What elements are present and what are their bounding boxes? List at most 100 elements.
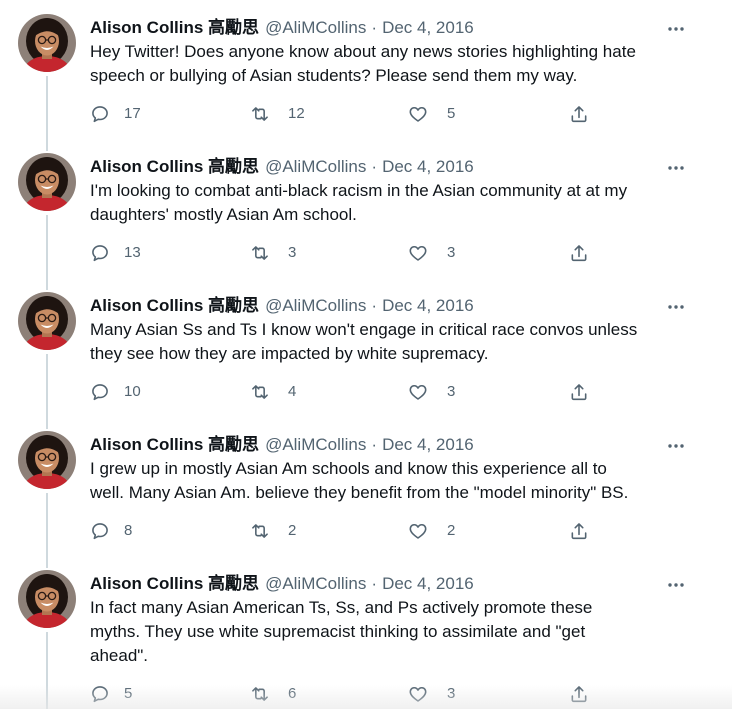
reply-button[interactable]: 10 — [90, 382, 150, 402]
tweet-text-line: they see how they are impacted by white … — [90, 344, 489, 363]
retweet-icon[interactable] — [250, 243, 270, 263]
tweet-actions: 8 2 2 — [90, 521, 660, 541]
more-icon[interactable] — [666, 575, 686, 595]
tweet-text: Many Asian Ss and Ts I know won't engage… — [90, 318, 660, 366]
like-button[interactable]: 3 — [408, 382, 468, 402]
share-icon[interactable] — [569, 684, 589, 704]
tweet-date[interactable]: Dec 4, 2016 — [382, 157, 474, 176]
reply-count: 17 — [124, 105, 141, 122]
reply-icon[interactable] — [90, 521, 110, 541]
tweet-text-line: daughters' mostly Asian Am school. — [90, 205, 357, 224]
tweet-header: Alison Collins 高勵思 @AliMCollins · Dec 4, 20… — [90, 295, 660, 317]
avatar[interactable] — [18, 14, 76, 72]
like-icon[interactable] — [408, 243, 428, 263]
thread-line — [46, 215, 48, 290]
author-name[interactable]: Alison Collins 高勵思 — [90, 18, 259, 37]
thread-line — [46, 632, 48, 709]
share-button[interactable] — [569, 684, 591, 704]
share-button[interactable] — [569, 243, 591, 263]
like-icon[interactable] — [408, 104, 428, 124]
retweet-icon[interactable] — [250, 104, 270, 124]
author-name[interactable]: Alison Collins 高勵思 — [90, 574, 259, 593]
tweet[interactable]: Alison Collins 高勵思 @AliMCollins · Dec 4, 20… — [0, 151, 732, 290]
like-count: 2 — [447, 522, 456, 539]
tweet[interactable]: Alison Collins 高勵思 @AliMCollins · Dec 4, 20… — [0, 568, 732, 709]
share-button[interactable] — [569, 104, 591, 124]
tweet[interactable]: Alison Collins 高勵思 @AliMCollins · Dec 4, 20… — [0, 290, 732, 429]
retweet-button[interactable]: 12 — [250, 104, 310, 124]
tweet-actions: 10 4 3 — [90, 382, 660, 402]
tweet-thread: Alison Collins 高勵思 @AliMCollins · Dec 4, 20… — [0, 0, 732, 709]
like-count: 3 — [447, 244, 456, 261]
tweet-date[interactable]: Dec 4, 2016 — [382, 296, 474, 315]
like-button[interactable]: 5 — [408, 104, 468, 124]
share-icon[interactable] — [569, 104, 589, 124]
thread-line — [46, 76, 48, 151]
author-handle[interactable]: @AliMCollins — [265, 157, 366, 176]
tweet-text-line: ahead". — [90, 646, 149, 665]
avatar[interactable] — [18, 292, 76, 350]
reply-icon[interactable] — [90, 243, 110, 263]
share-button[interactable] — [569, 521, 591, 541]
author-handle[interactable]: @AliMCollins — [265, 296, 366, 315]
like-count: 3 — [447, 685, 456, 702]
like-icon[interactable] — [408, 684, 428, 704]
more-icon[interactable] — [666, 436, 686, 456]
tweet[interactable]: Alison Collins 高勵思 @AliMCollins · Dec 4, 20… — [0, 429, 732, 568]
thread-line — [46, 493, 48, 568]
more-icon[interactable] — [666, 297, 686, 317]
reply-count: 10 — [124, 383, 141, 400]
more-icon[interactable] — [666, 19, 686, 39]
retweet-button[interactable]: 3 — [250, 243, 310, 263]
reply-count: 8 — [124, 522, 133, 539]
reply-icon[interactable] — [90, 104, 110, 124]
like-icon[interactable] — [408, 382, 428, 402]
separator-dot: · — [371, 296, 378, 315]
share-button[interactable] — [569, 382, 591, 402]
share-icon[interactable] — [569, 382, 589, 402]
retweet-icon[interactable] — [250, 382, 270, 402]
retweet-button[interactable]: 6 — [250, 684, 310, 704]
like-button[interactable]: 3 — [408, 243, 468, 263]
reply-button[interactable]: 13 — [90, 243, 150, 263]
author-handle[interactable]: @AliMCollins — [265, 574, 366, 593]
tweet-date[interactable]: Dec 4, 2016 — [382, 574, 474, 593]
avatar[interactable] — [18, 153, 76, 211]
reply-icon[interactable] — [90, 684, 110, 704]
author-handle[interactable]: @AliMCollins — [265, 18, 366, 37]
retweet-icon[interactable] — [250, 684, 270, 704]
author-name[interactable]: Alison Collins 高勵思 — [90, 296, 259, 315]
like-icon[interactable] — [408, 521, 428, 541]
author-handle[interactable]: @AliMCollins — [265, 435, 366, 454]
reply-icon[interactable] — [90, 382, 110, 402]
retweet-button[interactable]: 4 — [250, 382, 310, 402]
reply-count: 5 — [124, 685, 133, 702]
retweet-count: 6 — [288, 685, 297, 702]
tweet-text-line: In fact many Asian American Ts, Ss, and … — [90, 598, 593, 617]
reply-button[interactable]: 8 — [90, 521, 150, 541]
retweet-count: 3 — [288, 244, 297, 261]
retweet-button[interactable]: 2 — [250, 521, 310, 541]
tweet-content: Alison Collins 高勵思 @AliMCollins · Dec 4, 20… — [90, 295, 660, 402]
like-button[interactable]: 3 — [408, 684, 468, 704]
author-name[interactable]: Alison Collins 高勵思 — [90, 157, 259, 176]
tweet-date[interactable]: Dec 4, 2016 — [382, 18, 474, 37]
tweet-content: Alison Collins 高勵思 @AliMCollins · Dec 4, 20… — [90, 156, 660, 263]
tweet-content: Alison Collins 高勵思 @AliMCollins · Dec 4, 20… — [90, 17, 660, 124]
share-icon[interactable] — [569, 521, 589, 541]
avatar[interactable] — [18, 570, 76, 628]
tweet-text: In fact many Asian American Ts, Ss, and … — [90, 596, 660, 668]
tweet[interactable]: Alison Collins 高勵思 @AliMCollins · Dec 4, 20… — [0, 12, 732, 151]
tweet-text-line: I'm looking to combat anti-black racism … — [90, 181, 628, 200]
separator-dot: · — [371, 18, 378, 37]
tweet-date[interactable]: Dec 4, 2016 — [382, 435, 474, 454]
reply-button[interactable]: 5 — [90, 684, 150, 704]
retweet-icon[interactable] — [250, 521, 270, 541]
reply-button[interactable]: 17 — [90, 104, 150, 124]
more-icon[interactable] — [666, 158, 686, 178]
author-name[interactable]: Alison Collins 高勵思 — [90, 435, 259, 454]
share-icon[interactable] — [569, 243, 589, 263]
separator-dot: · — [371, 157, 378, 176]
avatar[interactable] — [18, 431, 76, 489]
like-button[interactable]: 2 — [408, 521, 468, 541]
